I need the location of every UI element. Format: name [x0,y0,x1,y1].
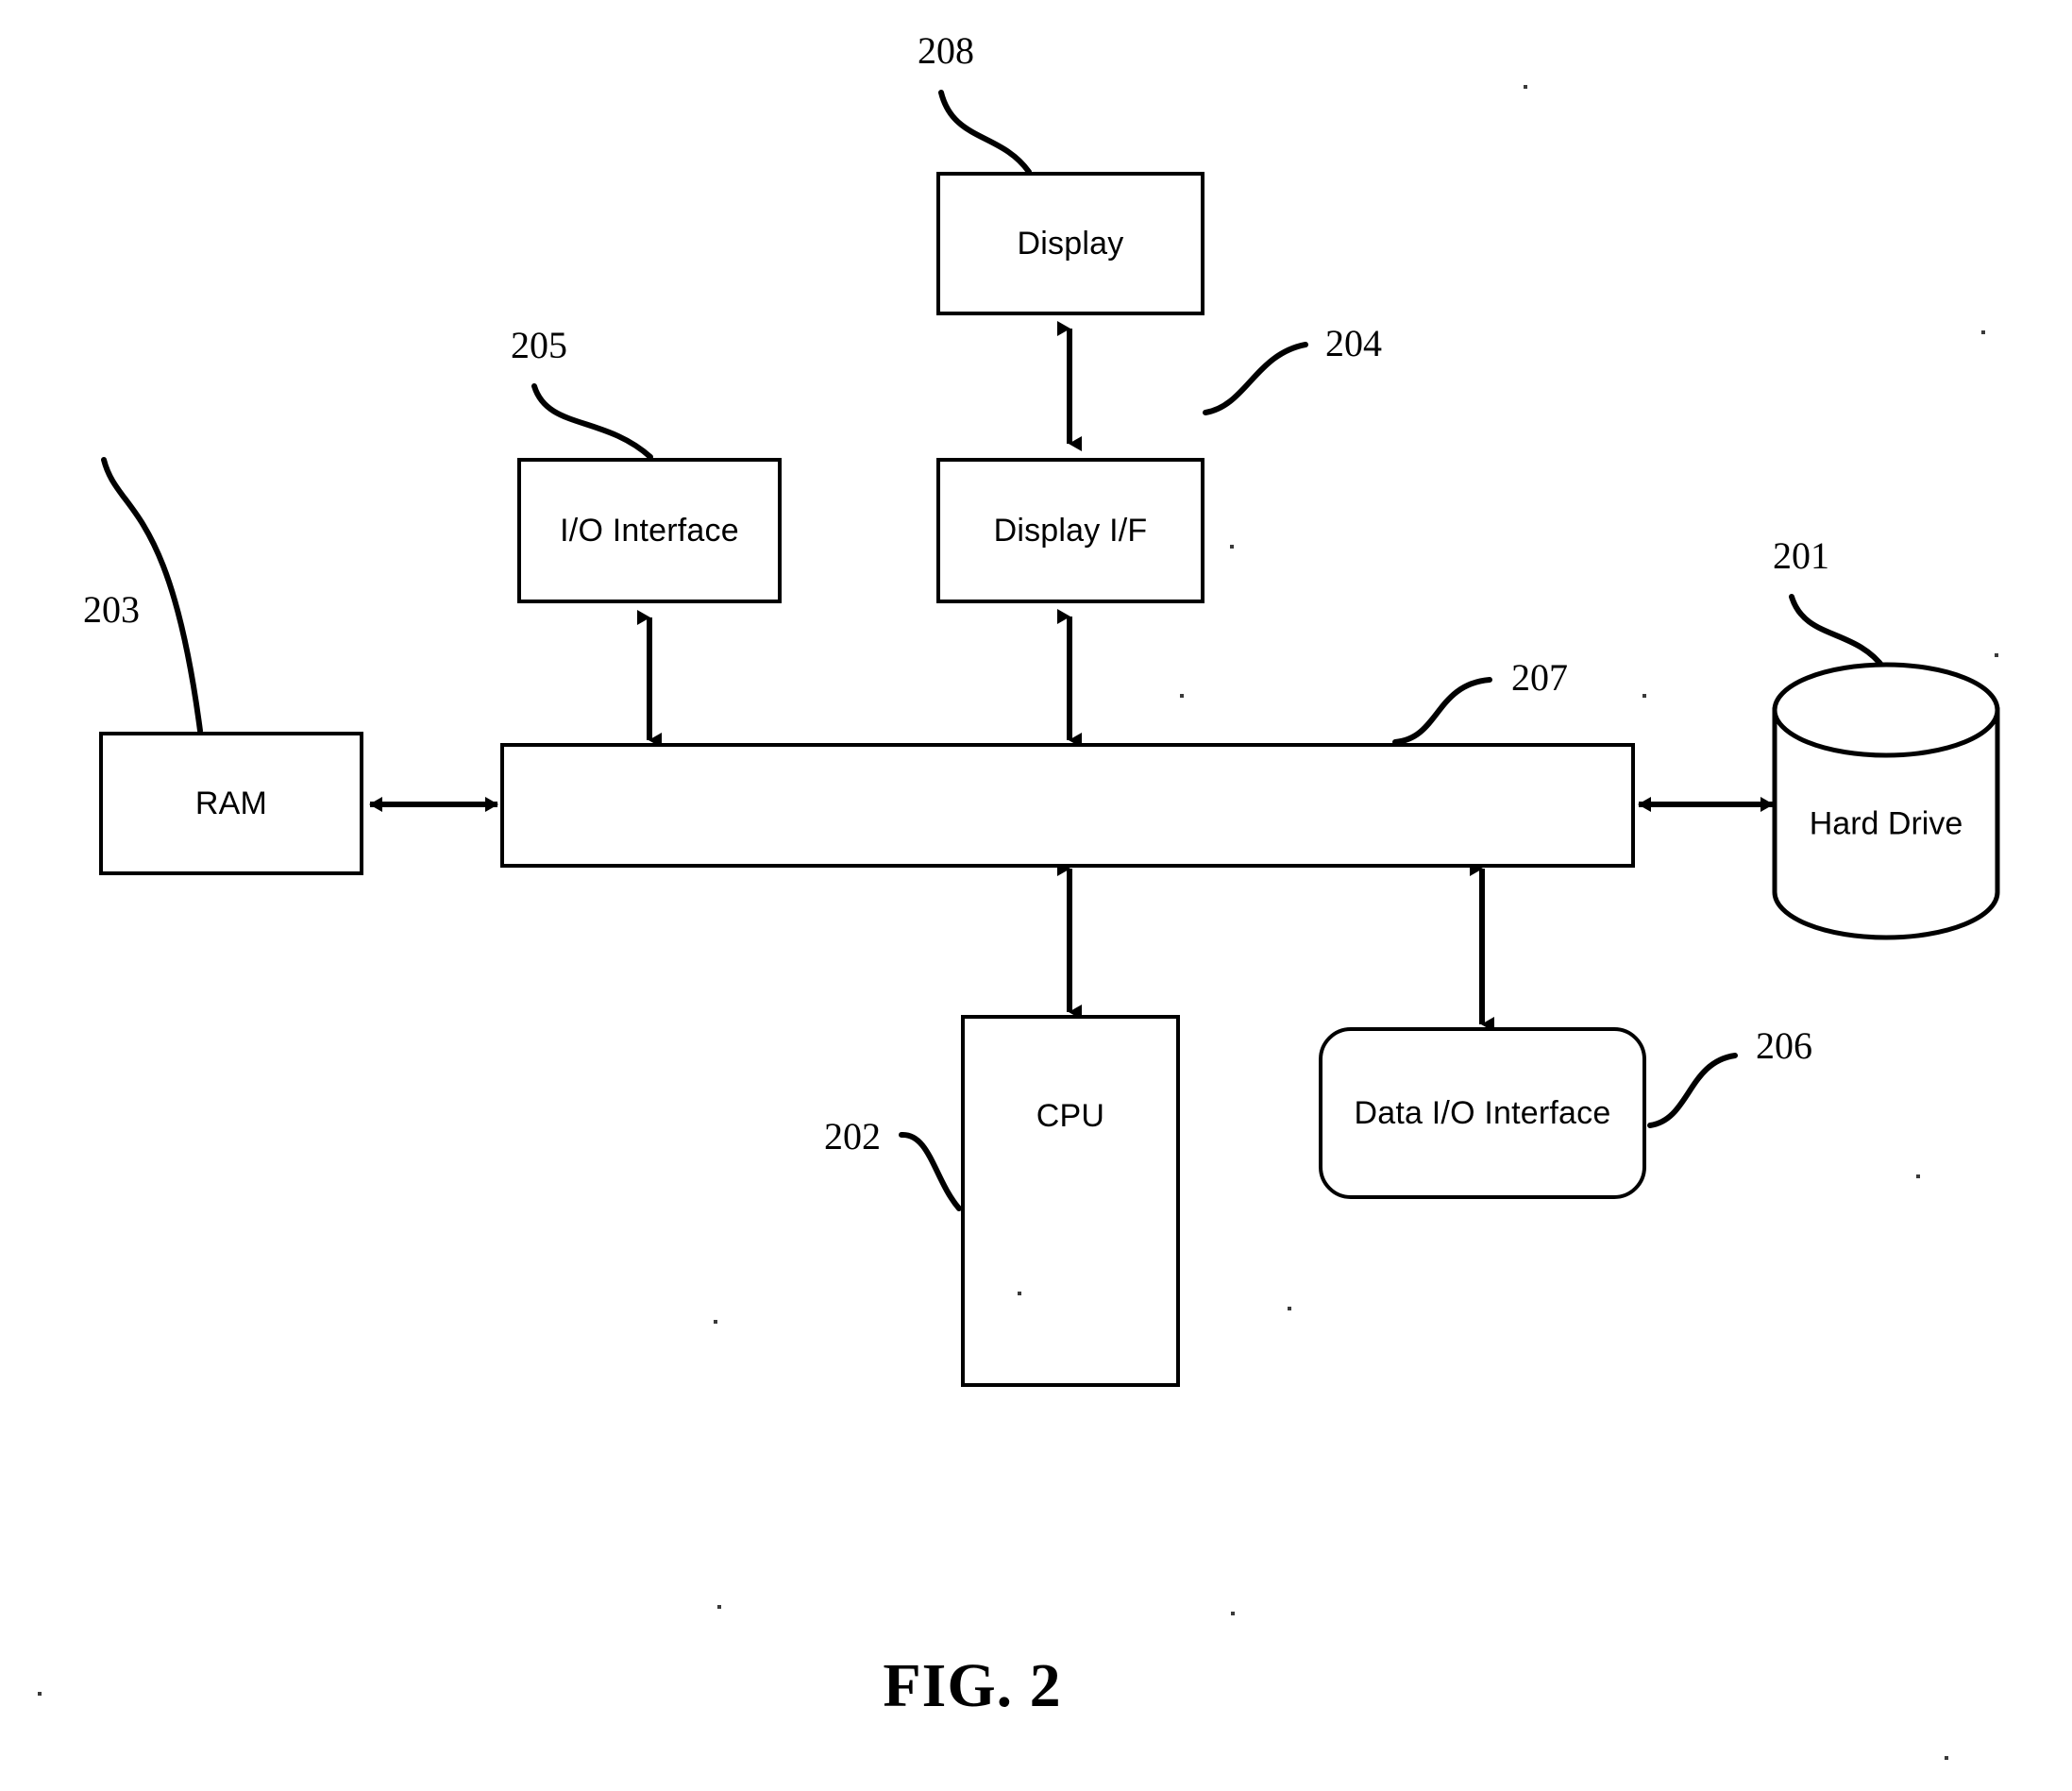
leader-line-204 [1203,342,1308,415]
scan-speck [1231,1612,1235,1615]
node-display-if-label: Display I/F [993,512,1148,549]
node-display[interactable]: Display [936,172,1204,315]
scan-speck [1180,694,1184,698]
hard-drive-cylinder [1772,662,2000,940]
scan-speck [1995,653,1998,657]
reference-numeral-207: 207 [1511,656,1568,699]
leader-line-208 [938,90,1032,175]
node-display-if[interactable]: Display I/F [936,458,1204,603]
leader-line-202 [899,1132,962,1211]
node-display-label: Display [1017,225,1124,262]
leader-line-201 [1789,594,1887,671]
scan-speck [1642,694,1646,698]
reference-numeral-205: 205 [511,324,567,366]
scan-speck [717,1605,721,1609]
node-system-bus[interactable] [500,743,1635,868]
scan-speck [1230,545,1234,549]
scan-speck [1288,1307,1291,1310]
reference-numeral-208: 208 [918,29,974,72]
figure-canvas: Display I/O Interface Display I/F RAM Ha… [0,0,2072,1791]
reference-numeral-202: 202 [824,1115,881,1157]
hard-drive-label-text: Hard Drive [1809,805,1963,842]
scan-speck [714,1320,717,1324]
reference-numeral-201: 201 [1773,534,1829,577]
reference-numeral-203: 203 [83,588,140,631]
scan-speck [1981,330,1985,334]
figure-caption: FIG. 2 [883,1651,1062,1720]
node-cpu-label: CPU [1036,1097,1105,1134]
node-cpu[interactable]: CPU [961,1015,1180,1387]
reference-numeral-206: 206 [1756,1024,1812,1067]
leader-line-205 [531,383,653,460]
node-hard-drive-label: Hard Drive [1810,806,1963,843]
scan-speck [1945,1756,1948,1760]
leader-line-207 [1392,677,1492,745]
node-io-interface-label: I/O Interface [560,512,739,549]
reference-numeral-204: 204 [1325,322,1382,364]
leader-line-206 [1647,1053,1738,1128]
node-data-io-interface-label: Data I/O Interface [1354,1094,1611,1131]
scan-speck [38,1692,42,1696]
scan-speck [1018,1292,1021,1295]
node-data-io-interface[interactable]: Data I/O Interface [1319,1027,1646,1199]
node-io-interface[interactable]: I/O Interface [517,458,782,603]
scan-speck [1916,1174,1920,1178]
scan-speck [1524,85,1527,89]
node-ram[interactable]: RAM [99,732,363,875]
node-ram-label: RAM [194,785,268,821]
